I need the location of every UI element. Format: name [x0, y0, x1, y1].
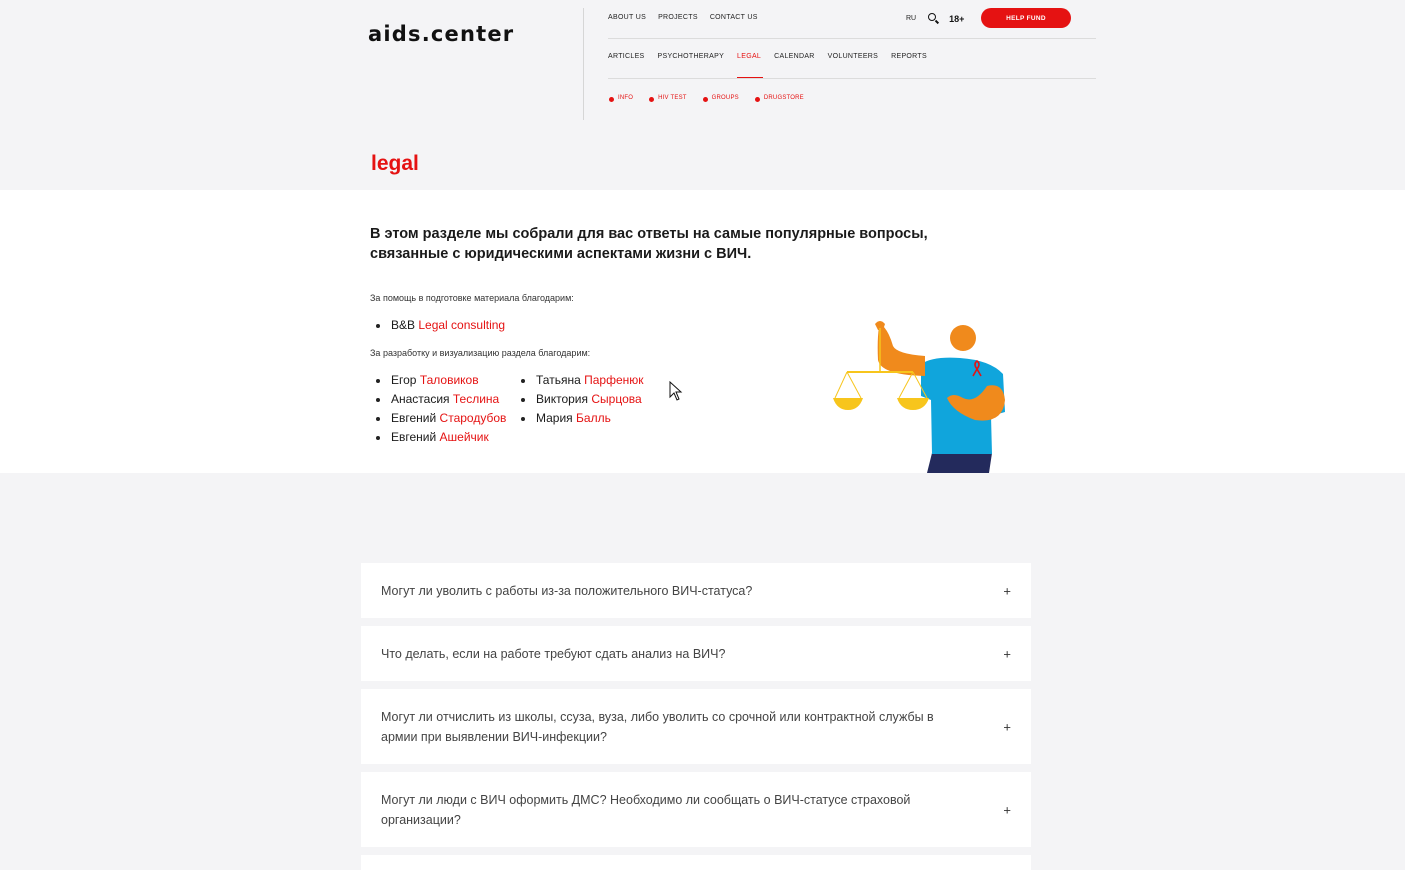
list-item: Анастасия Теслина [370, 390, 506, 409]
age-rating-badge: 18+ [949, 13, 965, 24]
list-item: Евгений Стародубов [370, 409, 506, 428]
dot-icon [609, 97, 614, 102]
faq-item[interactable]: Могут ли уволить с работы из-за положите… [361, 563, 1031, 618]
subnav-hiv-test[interactable]: HIV TEST [649, 93, 687, 102]
intro-section: В этом разделе мы собрали для вас ответы… [0, 190, 1405, 473]
material-thanks-label: За помощь в подготовке материала благода… [370, 293, 574, 303]
expand-plus-icon[interactable]: + [1003, 802, 1011, 817]
sub-nav: INFO HIV TEST GROUPS DRUGSTORE [609, 93, 804, 102]
credit-first: Егор [391, 373, 417, 387]
credit-first: Евгений [391, 430, 437, 444]
design-credits-list: Егор Таловиков Анастасия Теслина Евгений… [370, 371, 506, 447]
search-icon[interactable] [928, 13, 940, 24]
credit-first: Мария [536, 411, 573, 425]
subnav-drugstore[interactable]: DRUGSTORE [754, 93, 804, 102]
credit-link[interactable]: Теслина [453, 392, 499, 406]
help-fund-button[interactable]: HELP FUND [981, 8, 1071, 28]
subnav-label: INFO [618, 94, 634, 101]
language-switch[interactable]: RU [906, 15, 916, 22]
nav-reports[interactable]: REPORTS [891, 53, 927, 60]
nav-separator [608, 38, 1096, 39]
credit-link[interactable]: Legal consulting [418, 318, 505, 332]
lead-paragraph: В этом разделе мы собрали для вас ответы… [370, 226, 928, 262]
faq-item-partial[interactable] [361, 855, 1031, 870]
list-item: Егор Таловиков [370, 371, 506, 390]
subnav-info[interactable]: INFO [609, 93, 633, 102]
mouse-cursor-icon [669, 381, 683, 401]
expand-plus-icon[interactable]: + [1003, 646, 1011, 661]
credit-first: Анастасия [391, 392, 450, 406]
header-utilities: RU 18+ [906, 10, 964, 27]
faq-item[interactable]: Могут ли люди с ВИЧ оформить ДМС? Необхо… [361, 772, 1031, 847]
credit-link[interactable]: Балль [576, 411, 611, 425]
credit-first: Евгений [391, 411, 437, 425]
credit-first: Татьяна [536, 373, 581, 387]
faq-question: Могут ли люди с ВИЧ оформить ДМС? Необхо… [381, 792, 911, 827]
design-credits-list: Татьяна Парфенюк Виктория Сырцова Мария … [515, 371, 644, 428]
header-divider [583, 8, 584, 120]
section-nav: ARTICLES PSYCHOTHERAPY LEGAL CALENDAR VO… [608, 53, 927, 79]
page-title: legal [371, 152, 419, 175]
dot-icon [702, 97, 708, 102]
subnav-label: GROUPS [711, 94, 739, 101]
list-item: Татьяна Парфенюк [515, 371, 644, 390]
faq-item[interactable]: Могут ли отчислить из школы, ссуза, вуза… [361, 689, 1031, 764]
nav-separator [608, 78, 1096, 79]
design-thanks-label: За разработку и визуализацию раздела бла… [370, 348, 591, 358]
nav-projects[interactable]: PROJECTS [658, 14, 698, 21]
subnav-label: HIV TEST [658, 94, 687, 101]
credit-link[interactable]: Стародубов [440, 411, 507, 425]
credit-link[interactable]: Таловиков [420, 373, 479, 387]
list-item: Виктория Сырцова [515, 390, 644, 409]
expand-plus-icon[interactable]: + [1003, 719, 1011, 734]
nav-contact-us[interactable]: CONTACT US [710, 14, 758, 21]
list-item: Мария Балль [515, 409, 644, 428]
nav-about-us[interactable]: ABOUT US [608, 14, 646, 21]
nav-legal[interactable]: LEGAL [737, 53, 764, 79]
material-credits-list: B&B Legal consulting [370, 316, 505, 335]
credit-first: B&B [391, 318, 416, 332]
top-nav: ABOUT US PROJECTS CONTACT US [608, 14, 758, 21]
credit-link[interactable]: Ашейчик [440, 430, 489, 444]
subnav-groups[interactable]: GROUPS [702, 93, 739, 102]
justice-scales-illustration [833, 321, 1005, 473]
credit-first: Виктория [536, 392, 589, 406]
nav-psychotherapy[interactable]: PSYCHOTHERAPY [658, 53, 725, 60]
nav-calendar[interactable]: CALENDAR [774, 53, 815, 60]
credit-link[interactable]: Парфенюк [584, 373, 643, 387]
list-item: B&B Legal consulting [370, 316, 505, 335]
site-logo[interactable]: aids.center [368, 22, 514, 46]
faq-question: Могут ли уволить с работы из-за положите… [381, 583, 753, 598]
nav-volunteers[interactable]: VOLUNTEERS [828, 53, 878, 60]
dot-icon [754, 97, 760, 102]
subnav-label: DRUGSTORE [763, 94, 804, 101]
faq-question: Что делать, если на работе требуют сдать… [381, 646, 726, 661]
dot-icon [649, 97, 655, 102]
expand-plus-icon[interactable]: + [1003, 583, 1011, 598]
list-item: Евгений Ашейчик [370, 428, 506, 447]
nav-articles[interactable]: ARTICLES [608, 53, 645, 60]
faq-item[interactable]: Что делать, если на работе требуют сдать… [361, 626, 1031, 681]
credit-link[interactable]: Сырцова [591, 392, 641, 406]
faq-question: Могут ли отчислить из школы, ссуза, вуза… [381, 709, 934, 744]
